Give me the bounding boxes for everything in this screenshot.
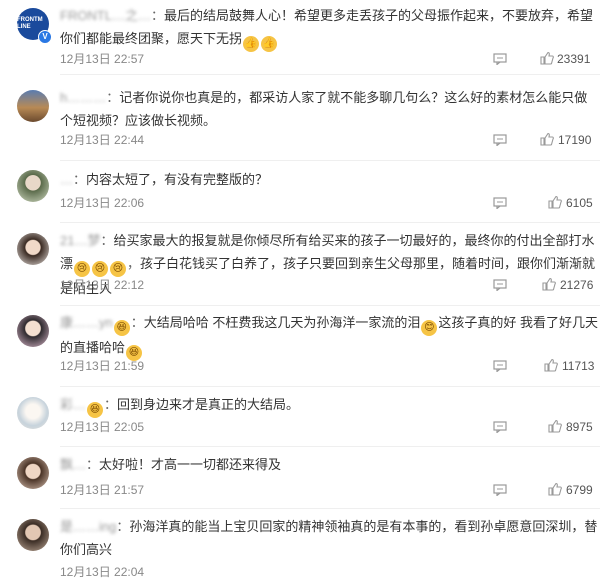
comment-body: 大结局哈哈 不枉费我这几天为孙海洋一家流的泪 [143,315,421,330]
comment-body: 记者你说你也真是的，都采访人家了就不能多聊几句么？这么好的素材怎么能只做个短视频… [60,90,588,128]
thumbs-up-icon[interactable] [540,132,554,146]
thumbs-up-icon[interactable] [544,358,558,372]
comment-username[interactable]: FRONTL…之… [60,8,151,23]
like-count: 23391 [557,52,591,66]
comment-username[interactable]: 飘… [60,457,86,472]
like-count: 21276 [560,278,594,292]
comment-reply-icon[interactable] [493,421,507,433]
comment-reply-icon[interactable] [493,360,507,372]
comment-timestamp: 12月13日 22:12 [60,278,145,292]
comment-reply-icon[interactable] [493,197,507,209]
comment-text: 康……yn 😆 ：大结局哈哈 不枉费我这几天为孙海洋一家流的泪 😊 这孩子真的好 我看了… [60,311,600,361]
avatar-logo-text: FRONTM LINE [17,17,43,30]
comment-text: FRONTL…之…：最后的结局鼓舞人心！希望更多走丢孩子的父母振作起来，不要放弃… [60,4,600,52]
comment-body: 孙海洋真的能当上宝贝回家的精神领袖真的是有本事的，看到孙卓愿意回深圳，替你们高兴 [60,519,598,557]
thumbs-up-icon[interactable] [540,51,554,65]
comment-username[interactable]: 21…梦 [60,233,100,248]
divider [60,305,600,306]
laugh-emoji-icon: 😆 [113,320,130,336]
comment-reply-icon[interactable] [493,134,507,146]
avatar[interactable] [17,519,49,551]
cry-emoji-icon: 😢 [74,261,91,277]
divider [60,446,600,447]
comment-timestamp: 12月13日 21:57 [60,483,145,497]
avatar[interactable] [17,90,49,122]
comment-body: 太好啦！才高一一切都还来得及 [99,457,282,472]
cry-emoji-icon: 😢 [92,261,109,277]
comment-username[interactable]: 是……ing [60,519,116,534]
divider [60,508,600,509]
comment-timestamp: 12月13日 22:04 [60,565,145,579]
comment-body: 内容太短了，有没有完整版的？ [86,172,269,187]
divider [60,222,600,223]
comment-text: 彩… 😆 ：回到身边来才是真正的大结局。 [60,393,600,418]
comment-timestamp: 12月13日 22:57 [60,52,145,66]
avatar[interactable] [17,397,49,429]
avatar[interactable] [17,233,49,265]
thumbs-up-icon[interactable] [548,482,562,496]
comment-username[interactable]: 彩… [60,397,86,412]
like-count: 8975 [566,420,593,434]
comment-reply-icon[interactable] [493,484,507,496]
verified-v-icon: V [38,30,52,44]
avatar[interactable] [17,457,49,489]
comment-timestamp: 12月13日 22:44 [60,133,145,147]
divider [60,386,600,387]
thumbs-up-icon[interactable] [548,419,562,433]
smile-emoji-icon: 😊 [421,320,438,336]
thumbs-up-icon[interactable] [542,277,556,291]
comment-username[interactable]: … [60,172,73,187]
like-count: 17190 [558,133,592,147]
like-count: 6105 [566,196,593,210]
comment-text: 是……ing：孙海洋真的能当上宝贝回家的精神领袖真的是有本事的，看到孙卓愿意回深… [60,519,598,557]
thumbs-up-icon[interactable] [548,195,562,209]
comment-timestamp: 12月13日 22:05 [60,420,145,434]
avatar[interactable] [17,315,49,347]
comment-reply-icon[interactable] [493,279,507,291]
divider [60,160,600,161]
like-count: 11713 [562,359,595,373]
avatar[interactable] [17,170,49,202]
comment-timestamp: 12月13日 22:06 [60,196,145,210]
divider [60,74,600,75]
laugh-emoji-icon: 😆 [87,402,104,418]
thumbs-up-emoji-icon: 👍 [243,36,260,52]
comment-timestamp: 12月13日 21:59 [60,359,145,373]
comment-text: 飘…：太好啦！才高一一切都还来得及 [60,457,282,472]
comment-text: h………：记者你说你也真是的，都采访人家了就不能多聊几句么？这么好的素材怎么能只… [60,90,588,128]
like-count: 6799 [566,483,593,497]
comment-username[interactable]: 康……yn [60,315,113,330]
comment-reply-icon[interactable] [493,53,507,65]
comment-body: 回到身边来才是真正的大结局。 [117,397,300,412]
comment-text: …：内容太短了，有没有完整版的？ [60,172,269,187]
comment-username[interactable]: h……… [60,90,106,105]
thumbs-up-emoji-icon: 👍 [261,36,278,52]
cry-emoji-icon: 😢 [110,261,127,277]
